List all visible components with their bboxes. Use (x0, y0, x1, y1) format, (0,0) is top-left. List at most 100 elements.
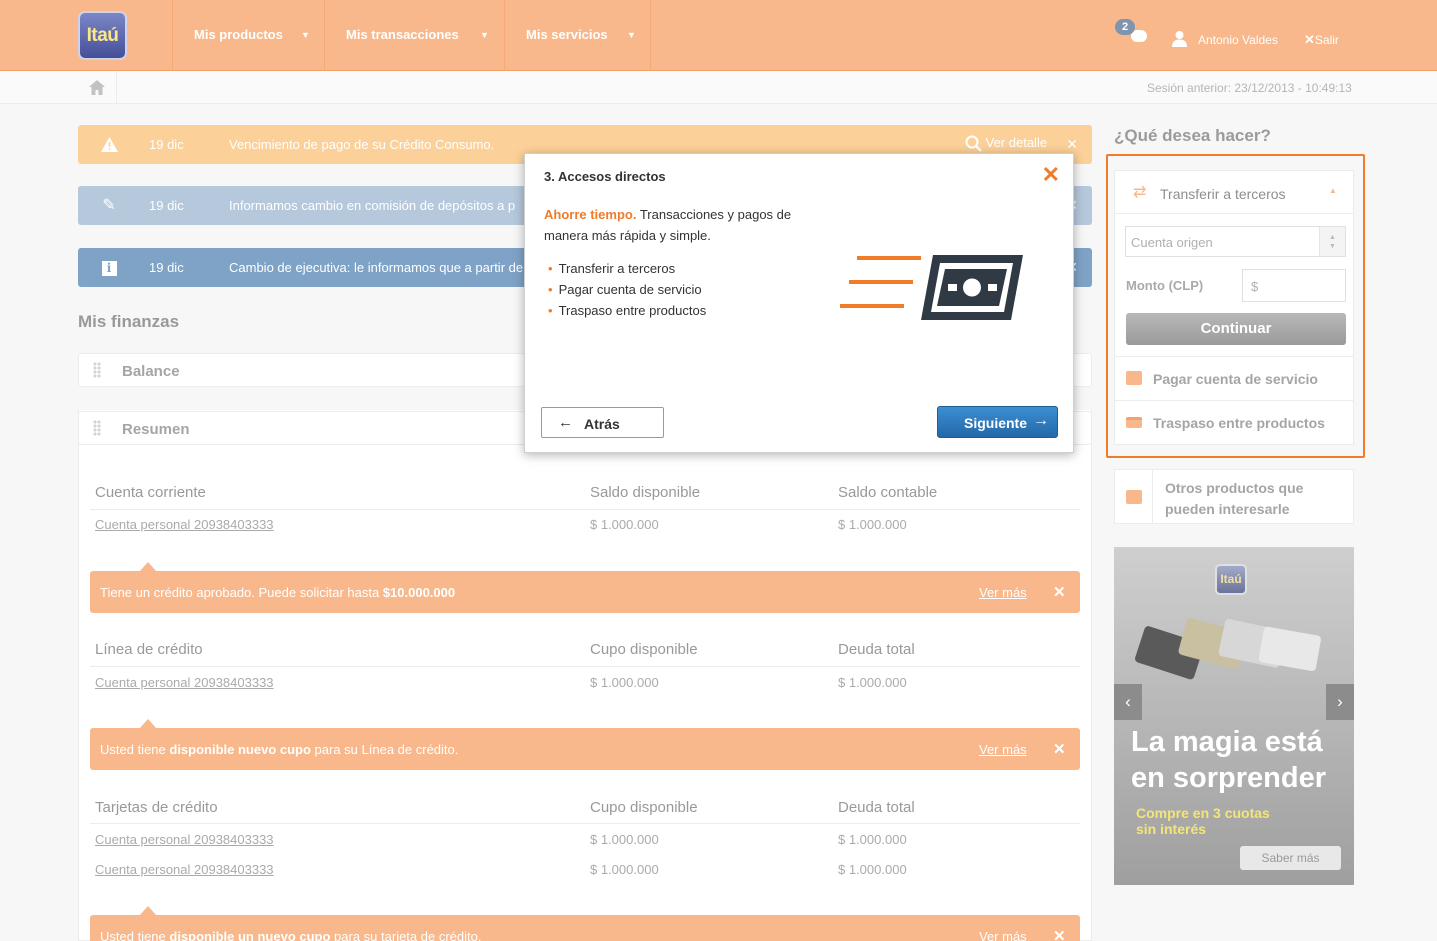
saldo-contable: $ 1.000.000 (838, 517, 907, 532)
tarjeta-banner: Usted tiene disponible un nuevo cupo par… (90, 906, 1080, 941)
itau-logo: Itaú (1215, 564, 1247, 595)
alert-date: 19 dic (149, 198, 184, 213)
column-header: Saldo disponible (590, 484, 701, 501)
banner-text: Tiene un crédito aprobado. Puede solicit… (100, 585, 455, 600)
credit-banner: Tiene un crédito aprobado. Puede solicit… (90, 562, 1080, 613)
user-icon (1172, 31, 1187, 47)
nav-label: Mis servicios (526, 27, 608, 42)
warning-icon (78, 125, 140, 164)
close-icon[interactable]: ✕ (1053, 583, 1066, 601)
list-item-label: Transferir a terceros (558, 261, 676, 276)
search-icon (965, 135, 982, 152)
nav-mis-productos[interactable]: Mis productos ▼ (172, 0, 324, 70)
ver-detalle-link[interactable]: Ver detalle (965, 135, 1047, 152)
banner-text-plain: Usted tiene (100, 929, 170, 941)
nav-label: Mis productos (194, 27, 283, 42)
list-item: • Pagar cuenta de servicio (548, 282, 702, 297)
close-icon[interactable]: ✕ (1053, 740, 1066, 758)
notification-badge[interactable]: 2 (1115, 19, 1135, 35)
itau-logo[interactable]: Itaú (78, 11, 127, 60)
quick-payment-icon (840, 255, 1023, 320)
session-info: Sesión anterior: 23/12/2013 - 10:49:13 (1147, 81, 1352, 95)
ver-mas-link[interactable]: Ver más (979, 929, 1027, 941)
promo-headline: La magia está en sorprender (1131, 724, 1326, 796)
column-header: Línea de crédito (95, 641, 203, 658)
close-icon[interactable]: ✕ (1066, 136, 1078, 153)
column-header: Saldo contable (838, 484, 938, 501)
home-icon (89, 80, 105, 95)
arrow-right-icon: → (1033, 412, 1049, 429)
account-link[interactable]: Cuenta personal 20938403333 (95, 832, 274, 847)
box-icon (1115, 470, 1153, 523)
logout-button[interactable]: ✕Salir (1304, 32, 1339, 48)
banner-tip (140, 562, 156, 571)
drag-handle-icon[interactable] (93, 362, 101, 378)
deuda-total: $ 1.000.000 (838, 832, 907, 847)
siguiente-button[interactable]: Siguiente → (937, 406, 1058, 438)
close-icon[interactable]: ✕ (1042, 162, 1060, 188)
ver-mas-link[interactable]: Ver más (979, 585, 1027, 600)
divider (90, 509, 1080, 510)
modal-feature-list: • Transferir a terceros • Pagar cuenta de … (544, 258, 706, 321)
home-button[interactable] (78, 71, 117, 104)
list-item: • Transferir a terceros (548, 261, 676, 276)
cupo-disponible: $ 1.000.000 (590, 832, 659, 847)
panel-title: Resumen (122, 421, 190, 438)
sidebar-title: ¿Qué desea hacer? (1114, 126, 1271, 145)
banner-text-bold: $10.000.000 (382, 585, 456, 600)
list-item-label: Traspaso entre productos (558, 303, 707, 318)
otros-productos-item[interactable]: Otros productos que pueden interesarle (1114, 469, 1354, 524)
banner-tip (140, 906, 156, 915)
section-title: Mis finanzas (78, 312, 180, 331)
ver-mas-link[interactable]: Ver más (979, 742, 1027, 757)
alert-message: Informamos cambio en comisión de depósit… (229, 198, 516, 213)
banner-text-plain: Tiene un crédito aprobado. Puede solicit… (100, 585, 383, 600)
column-header: Tarjetas de crédito (95, 799, 218, 816)
account-link[interactable]: Cuenta personal 20938403333 (95, 675, 274, 690)
carousel-next-button[interactable]: › (1326, 684, 1354, 720)
alert-message: Vencimiento de pago de su Crédito Consum… (229, 137, 495, 152)
banner-text-bold: disponible un nuevo cupo (169, 929, 331, 941)
modal-description: Ahorre tiempo. Transacciones y pagos de … (544, 204, 814, 246)
banner-tip (140, 719, 156, 728)
siguiente-label: Siguiente (964, 415, 1028, 431)
otros-label: Otros productos que pueden interesarle (1165, 480, 1304, 517)
info-icon: i (78, 248, 140, 287)
account-link[interactable]: Cuenta personal 20938403333 (95, 862, 274, 877)
deuda-total: $ 1.000.000 (838, 675, 907, 690)
user-name[interactable]: Antonio Valdes (1198, 33, 1278, 47)
nav-mis-servicios[interactable]: Mis servicios ▼ (504, 0, 651, 70)
arrow-left-icon: ← (558, 414, 573, 431)
chevron-down-icon: ▼ (627, 30, 636, 40)
tour-modal: 3. Accesos directos ✕ Ahorre tiempo. Tra… (524, 153, 1074, 453)
alert-date: 19 dic (149, 260, 184, 275)
promo-banner[interactable]: Itaú ‹ › La magia está en sorprender Comp… (1114, 547, 1354, 885)
carousel-prev-button[interactable]: ‹ (1114, 684, 1142, 720)
cupo-disponible: $ 1.000.000 (590, 862, 659, 877)
close-icon[interactable]: ✕ (1053, 927, 1066, 941)
logout-label: Salir (1314, 33, 1339, 47)
cupo-disponible: $ 1.000.000 (590, 675, 659, 690)
atras-button[interactable]: ← Atrás (541, 407, 664, 438)
column-header: Deuda total (838, 641, 915, 658)
headline-line: en sorprender (1131, 762, 1326, 794)
nav-mis-transacciones[interactable]: Mis transacciones ▼ (324, 0, 504, 70)
alert-date: 19 dic (149, 137, 184, 152)
cupo-banner: Usted tiene disponible nuevo cupo para s… (90, 719, 1080, 770)
pencil-icon: ✎ (102, 197, 116, 214)
saber-mas-button[interactable]: Saber más (1240, 846, 1341, 870)
drag-handle-icon[interactable] (93, 420, 101, 436)
modal-highlight: Ahorre tiempo. (544, 207, 637, 222)
banner-text: Usted tiene disponible nuevo cupo para s… (100, 742, 458, 757)
subtext-line: Compre en 3 cuotas (1136, 805, 1270, 821)
banner-text-plain: para su tarjeta de crédito. (330, 929, 482, 941)
credit-cards-image (1135, 617, 1321, 680)
account-link[interactable]: Cuenta personal 20938403333 (95, 517, 274, 532)
atras-label: Atrás (584, 416, 620, 432)
column-header: Deuda total (838, 799, 915, 816)
list-item-label: Pagar cuenta de servicio (558, 282, 702, 297)
banner-text-plain: para su Línea de crédito. (310, 742, 459, 757)
close-icon: ✕ (1304, 32, 1315, 47)
deuda-total: $ 1.000.000 (838, 862, 907, 877)
promo-subtext: Compre en 3 cuotas sin interés (1136, 805, 1270, 837)
